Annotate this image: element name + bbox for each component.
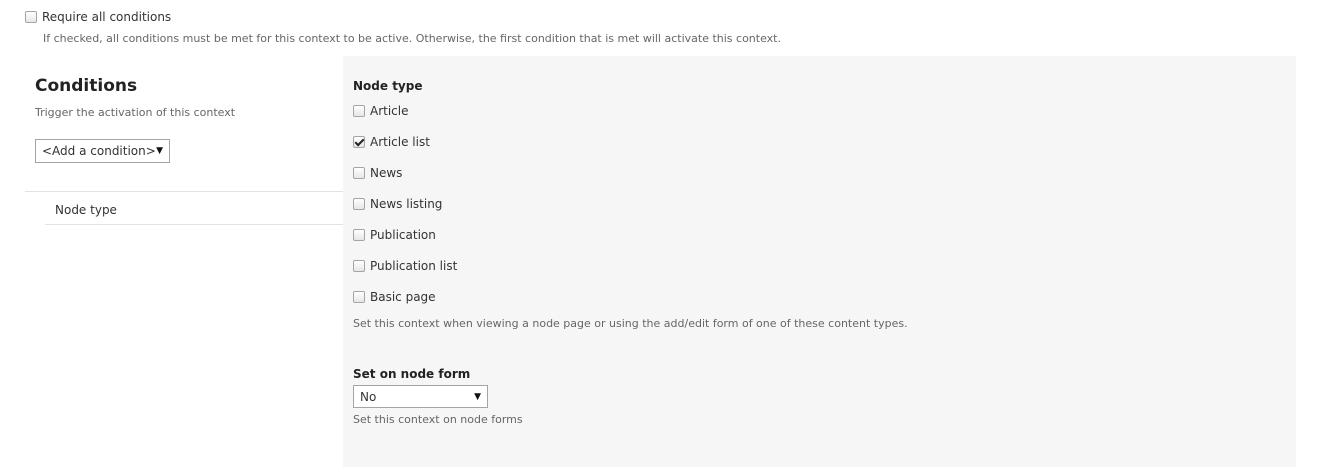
node-form-label: Set on node form: [353, 367, 471, 381]
divider: [25, 191, 343, 192]
node-type-option-article[interactable]: Article: [353, 104, 409, 118]
node-type-option-article-list[interactable]: Article list: [353, 135, 430, 149]
require-all-label: Require all conditions: [42, 10, 172, 24]
node-type-option-publication-list[interactable]: Publication list: [353, 259, 457, 273]
node-type-checkbox[interactable]: [353, 105, 365, 117]
node-type-option-label: Article: [370, 104, 409, 118]
conditions-description: Trigger the activation of this context: [35, 106, 236, 119]
node-form-select-value: No: [360, 389, 377, 404]
add-condition-select-value: <Add a condition>: [42, 144, 156, 158]
node-type-option-publication[interactable]: Publication: [353, 228, 436, 242]
node-type-checkbox[interactable]: [353, 229, 365, 241]
chevron-down-icon: ▼: [474, 391, 481, 402]
node-type-option-label: News listing: [370, 197, 443, 211]
node-type-option-news[interactable]: News: [353, 166, 402, 180]
node-form-select[interactable]: No ▼: [353, 385, 488, 408]
add-condition-select[interactable]: <Add a condition> ▼: [35, 139, 170, 163]
node-type-option-news-listing[interactable]: News listing: [353, 197, 442, 211]
divider: [45, 224, 343, 225]
require-all-checkbox[interactable]: [25, 11, 37, 23]
chevron-down-icon: ▼: [156, 146, 163, 156]
node-type-option-basic-page[interactable]: Basic page: [353, 290, 436, 304]
node-type-description: Set this context when viewing a node pag…: [353, 317, 908, 330]
node-type-checkbox[interactable]: [353, 136, 365, 148]
node-type-checkbox[interactable]: [353, 198, 365, 210]
condition-tab-node-type[interactable]: Node type: [55, 203, 117, 217]
node-type-option-label: News: [370, 166, 403, 180]
require-all-description: If checked, all conditions must be met f…: [43, 32, 781, 45]
node-type-option-label: Basic page: [370, 290, 436, 304]
node-form-description: Set this context on node forms: [353, 413, 523, 426]
require-all-row[interactable]: Require all conditions: [25, 10, 171, 24]
node-type-checkbox[interactable]: [353, 260, 365, 272]
node-type-option-label: Publication: [370, 228, 436, 242]
node-type-checkbox[interactable]: [353, 167, 365, 179]
node-type-option-label: Article list: [370, 135, 430, 149]
context-conditions-page: Require all conditions If checked, all c…: [0, 0, 1322, 467]
node-type-option-label: Publication list: [370, 259, 458, 273]
conditions-title: Conditions: [35, 76, 138, 96]
node-type-label: Node type: [353, 79, 423, 93]
node-type-checkbox[interactable]: [353, 291, 365, 303]
